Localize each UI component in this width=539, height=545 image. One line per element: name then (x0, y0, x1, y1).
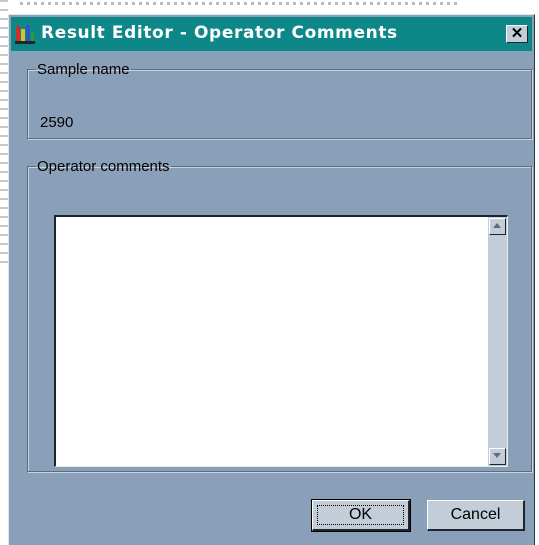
operator-comments-textarea[interactable] (56, 217, 489, 466)
background-window-top (20, 2, 460, 5)
operator-comments-group: Operator comments (27, 158, 532, 472)
sample-name-group: Sample name 2590 (27, 61, 532, 139)
background-window-edge (0, 0, 8, 270)
window-title: Result Editor - Operator Comments (41, 23, 398, 43)
scroll-up-button[interactable] (489, 218, 506, 235)
close-button[interactable]: ✕ (506, 25, 528, 43)
scroll-up-arrow-icon (493, 223, 501, 228)
title-bar[interactable]: Result Editor - Operator Comments ✕ (11, 17, 532, 51)
cancel-button-label: Cancel (450, 506, 501, 523)
comments-scrollbar[interactable] (488, 217, 507, 466)
scroll-down-arrow-icon (493, 453, 501, 458)
cancel-button[interactable]: Cancel (427, 500, 525, 531)
ok-button[interactable]: OK (311, 499, 411, 532)
close-icon: ✕ (510, 25, 524, 42)
operator-comments-legend: Operator comments (37, 158, 170, 175)
app-icon[interactable] (15, 24, 35, 44)
ok-button-label: OK (348, 506, 373, 523)
operator-comments-dialog: Result Editor - Operator Comments ✕ Samp… (8, 14, 535, 545)
sample-name-legend: Sample name (37, 61, 130, 78)
operator-comments-box (54, 215, 508, 467)
sample-name-value: 2590 (40, 114, 74, 131)
scroll-down-button[interactable] (489, 448, 506, 465)
